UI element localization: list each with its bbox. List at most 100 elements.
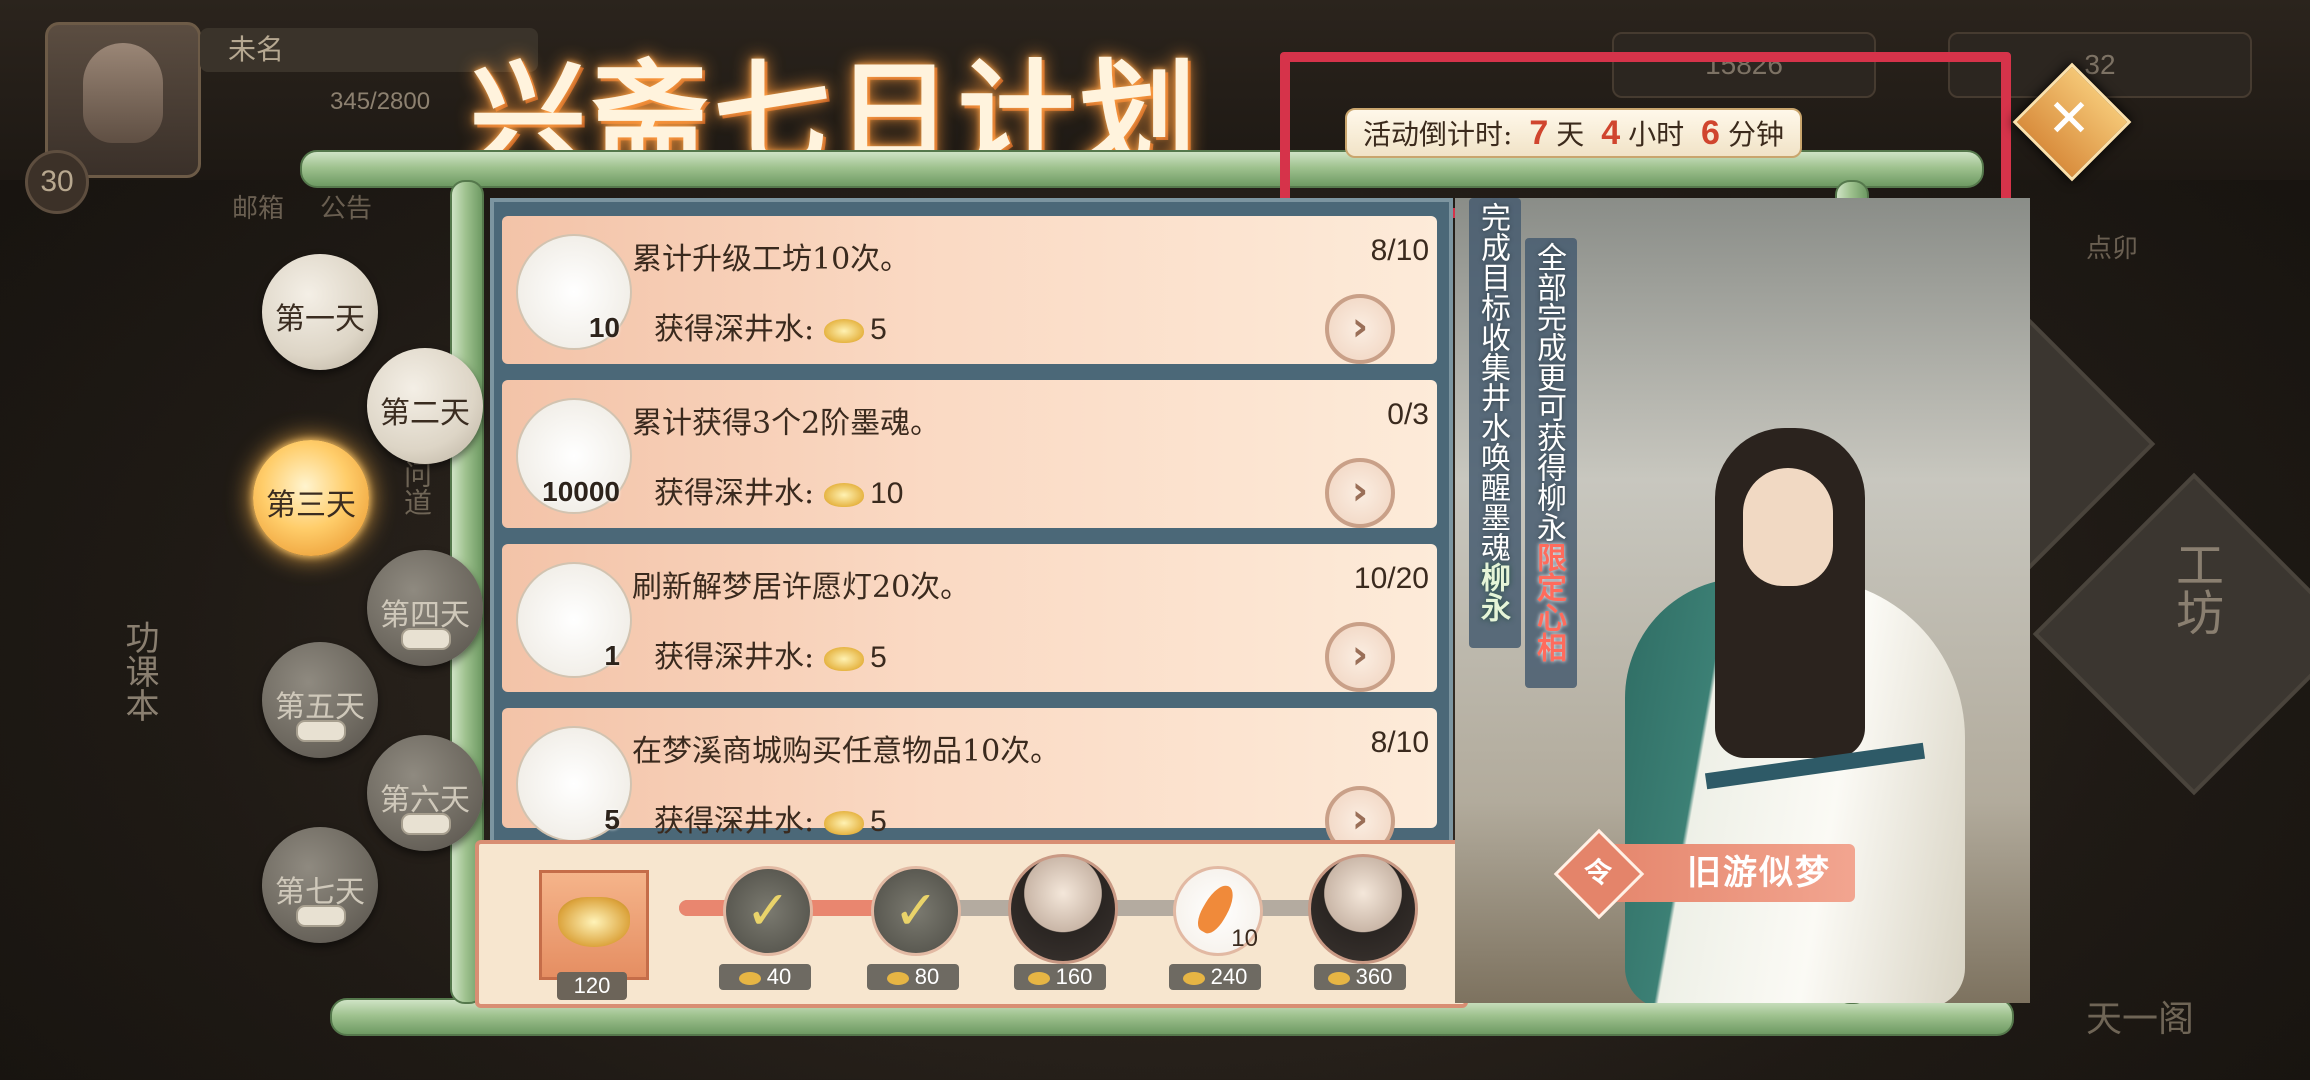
bg-book-label: 功课本 xyxy=(119,620,159,722)
task-reward: 获得深井水: 5 xyxy=(654,796,887,840)
bg-mail-label: 邮箱 xyxy=(232,194,285,224)
well-water-coin-icon xyxy=(1182,971,1205,985)
promo-limited-outfit: 限定心相 xyxy=(1531,542,1566,662)
tea-bowl-icon: 1 xyxy=(516,562,632,678)
token-icon: 令 xyxy=(1583,856,1614,889)
day-tab-label: 第五天 xyxy=(275,690,365,725)
reward-track: 120 ✓ 40 ✓ 80 160 10 240 360 xyxy=(475,840,1468,1008)
milestone-node-claimed[interactable]: ✓ xyxy=(723,866,813,956)
task-description: 刷新解梦居许愿灯20次。 xyxy=(632,570,971,605)
well-water-coin-icon xyxy=(824,483,865,507)
player-exp: 345/2800 xyxy=(330,88,431,115)
day-tab-4[interactable]: 第四天 xyxy=(367,550,483,666)
task-progress: 10/20 xyxy=(1353,562,1429,595)
well-water-coin-icon xyxy=(824,647,865,671)
task-icon-count: 10000 xyxy=(542,476,620,507)
well-water-coin-icon xyxy=(824,319,865,343)
task-icon-count: 5 xyxy=(604,804,620,835)
task-list-panel[interactable]: 10 累计升级工坊10次。 8/10 获得深井水: 5 › 10000 累计获得3个2阶墨魂。… xyxy=(490,198,1453,856)
task-row: 10 累计升级工坊10次。 8/10 获得深井水: 5 › xyxy=(502,216,1437,364)
task-reward-amount: 5 xyxy=(870,641,887,674)
day-tab-label: 第七天 xyxy=(275,875,365,910)
day-tab-label: 第二天 xyxy=(380,396,470,431)
milestone-amount: 360 xyxy=(1314,964,1406,990)
milestone-amount: 80 xyxy=(867,964,959,990)
milestone-amount-value: 360 xyxy=(1355,964,1393,989)
milestone-amount: 160 xyxy=(1014,964,1106,990)
task-description: 累计获得3个2阶墨魂。 xyxy=(632,406,941,441)
milestone-amount-value: 80 xyxy=(914,964,940,989)
milestone-node-claimed[interactable]: ✓ xyxy=(871,866,961,956)
task-progress: 8/10 xyxy=(1370,234,1429,267)
day-tab-label: 第三天 xyxy=(266,488,356,523)
bg-side-label: 问道 xyxy=(400,460,433,516)
task-row: 1 刷新解梦居许愿灯20次。 10/20 获得深井水: 5 › xyxy=(502,544,1437,692)
check-icon: ✓ xyxy=(745,879,791,942)
task-reward-amount: 5 xyxy=(870,805,887,838)
lock-icon xyxy=(296,905,346,927)
bg-tianyige-label: 天一阁 xyxy=(2086,999,2195,1040)
milestone-node-portrait[interactable] xyxy=(1308,854,1418,964)
task-progress: 8/10 xyxy=(1370,726,1429,759)
milestone-node-portrait[interactable] xyxy=(1008,854,1118,964)
task-row: 10000 累计获得3个2阶墨魂。 0/3 获得深井水: 10 › xyxy=(502,380,1437,528)
task-icon-count: 1 xyxy=(604,640,620,671)
close-icon[interactable]: ✕ xyxy=(2030,80,2108,158)
task-go-button[interactable]: › xyxy=(1325,458,1395,528)
task-row: 5 在梦溪商城购买任意物品10次。 8/10 获得深井水: 5 › xyxy=(502,708,1437,856)
task-go-button[interactable]: › xyxy=(1325,294,1395,364)
promo-line-2: 全部完成更可获得柳永限定心相 xyxy=(1531,242,1566,662)
current-well-water-amount: 120 xyxy=(557,972,627,1000)
well-water-icon xyxy=(558,897,630,947)
day-tab-5[interactable]: 第五天 xyxy=(262,642,378,758)
milestone-amount-value: 240 xyxy=(1210,964,1248,989)
task-reward: 获得深井水: 5 xyxy=(654,632,887,676)
promo-button-label: 旧游似梦 xyxy=(1687,853,1831,893)
check-icon: ✓ xyxy=(893,879,939,942)
avatar-portrait xyxy=(83,43,163,143)
milestone-amount-value: 160 xyxy=(1055,964,1093,989)
task-reward: 获得深井水: 5 xyxy=(654,304,887,348)
promo-line-2-text: 全部完成更可获得柳永 xyxy=(1531,242,1566,542)
promo-character-name: 柳永 xyxy=(1475,562,1510,622)
task-reward-label: 获得深井水: xyxy=(654,804,815,839)
task-reward-label: 获得深井水: xyxy=(654,476,815,511)
day-tab-6[interactable]: 第六天 xyxy=(367,735,483,851)
milestone-amount: 240 xyxy=(1169,964,1261,990)
milestone-node-carrot[interactable]: 10 xyxy=(1173,866,1263,956)
well-water-coin-icon xyxy=(886,971,909,985)
bg-notice-label: 公告 xyxy=(320,194,373,224)
well-water-coin-icon xyxy=(824,811,865,835)
milestone-amount: 40 xyxy=(719,964,811,990)
day-tab-1[interactable]: 第一天 xyxy=(262,254,378,370)
lock-icon xyxy=(401,628,451,650)
day-tab-2[interactable]: 第二天 xyxy=(367,348,483,464)
lock-icon xyxy=(296,720,346,742)
task-reward-label: 获得深井水: xyxy=(654,312,815,347)
hourglass-icon: 5 xyxy=(516,726,632,842)
promo-line-1: 完成目标收集井水唤醒墨魂柳永 xyxy=(1475,202,1510,622)
task-reward-amount: 5 xyxy=(870,313,887,346)
day-tab-3[interactable]: 第三天 xyxy=(253,440,369,556)
bamboo-scroll-icon: 10 xyxy=(516,234,632,350)
well-water-coin-icon xyxy=(1327,971,1350,985)
countdown-highlight-box xyxy=(1280,52,2011,218)
well-water-coin-icon xyxy=(738,971,761,985)
day-tab-label: 第四天 xyxy=(380,598,470,633)
day-tab-7[interactable]: 第七天 xyxy=(262,827,378,943)
lock-icon xyxy=(401,813,451,835)
ink-soul-card-icon: 10000 xyxy=(516,398,632,514)
well-water-coin-icon xyxy=(1027,971,1050,985)
promo-outfit-button[interactable]: 令 旧游似梦 xyxy=(1553,828,1855,920)
milestone-amount-value: 40 xyxy=(766,964,792,989)
character-face xyxy=(1743,468,1833,586)
current-well-water-box xyxy=(539,870,649,980)
task-reward-label: 获得深井水: xyxy=(654,640,815,675)
day-tab-label: 第一天 xyxy=(275,302,365,337)
task-icon-count: 10 xyxy=(588,312,620,343)
task-go-button[interactable]: › xyxy=(1325,622,1395,692)
task-reward: 获得深井水: 10 xyxy=(654,468,903,512)
bg-gongfang-label: 工坊 xyxy=(2167,540,2223,636)
promo-line-1-text: 完成目标收集井水唤醒墨魂 xyxy=(1475,202,1510,562)
character-art-liuyong xyxy=(1565,428,1985,1003)
